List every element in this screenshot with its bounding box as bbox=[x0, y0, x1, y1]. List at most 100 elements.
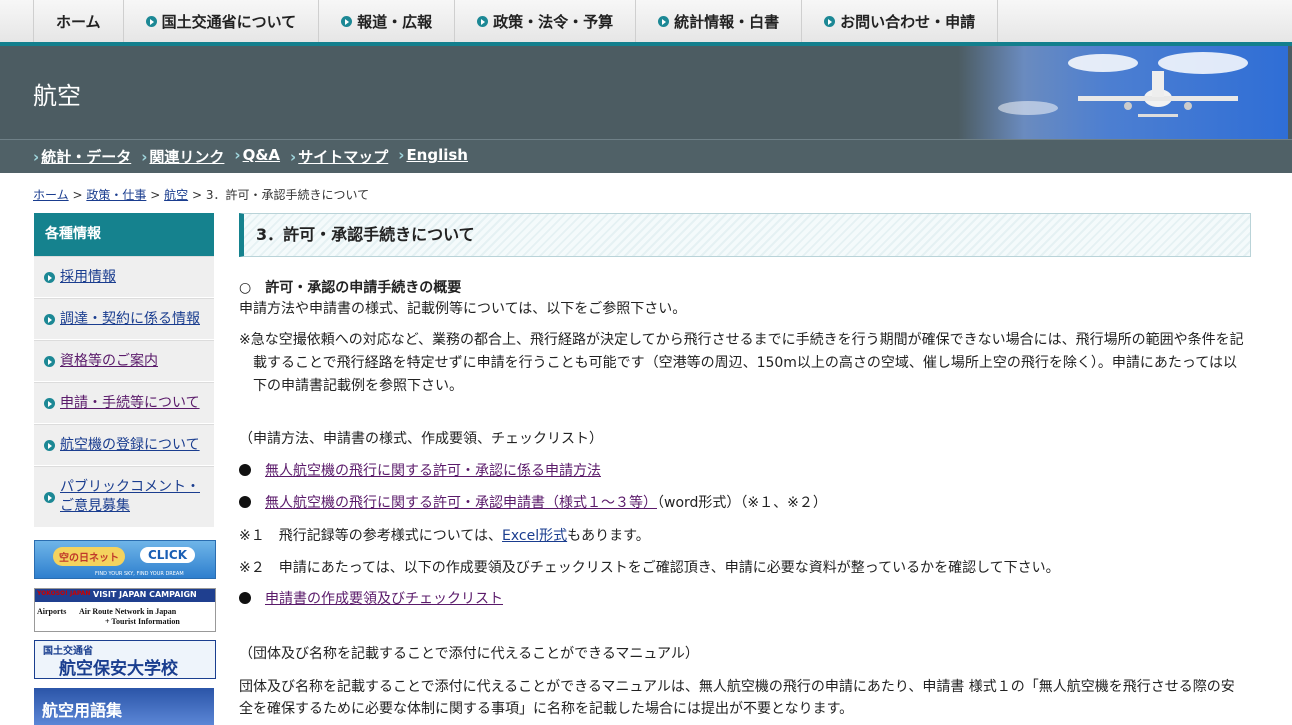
bullet-dot-icon bbox=[239, 592, 251, 604]
arrow-bullet-icon bbox=[824, 15, 836, 27]
section-title: 航空 bbox=[33, 82, 81, 110]
arrow-bullet-icon bbox=[341, 15, 353, 27]
overview-title: ○ 許可・承認の申請手続きの概要 bbox=[239, 280, 462, 296]
airplane-icon bbox=[1078, 71, 1238, 117]
sidebar-item-applications[interactable]: 申請・手続等について bbox=[34, 382, 214, 424]
sidebar-item-label[interactable]: 申請・手続等について bbox=[60, 394, 200, 413]
nav-contact[interactable]: お問い合わせ・申請 bbox=[802, 0, 999, 42]
sidebar-item-label[interactable]: 航空機の登録について bbox=[60, 436, 200, 455]
sidebar-item-label[interactable]: 資格等のご案内 bbox=[60, 352, 158, 371]
chevron-right-icon: › bbox=[398, 146, 405, 164]
chevron-right-icon: › bbox=[33, 148, 40, 166]
breadcrumb-home[interactable]: ホーム bbox=[33, 188, 69, 202]
link-excel-format[interactable]: Excel形式 bbox=[502, 528, 567, 544]
header-sky-image bbox=[958, 46, 1288, 139]
main-content: 3．許可・承認手続きについて ○ 許可・承認の申請手続きの概要 申請方法や申請書… bbox=[239, 213, 1251, 717]
manual-text-line-1: 団体及び名称を記載することで添付に代えることができるマニュアルは、無人航空機の飛… bbox=[239, 679, 1235, 695]
cloud-shape bbox=[998, 101, 1058, 115]
arrow-bullet-icon bbox=[44, 491, 55, 503]
overview-text: 申請方法や申請書の様式、記載例等については、以下をご参照下さい。 bbox=[239, 301, 687, 317]
link-application-form[interactable]: 無人航空機の飛行に関する許可・承認申請書（様式１～３等） bbox=[265, 495, 657, 511]
arrow-bullet-icon bbox=[658, 15, 670, 27]
arrow-bullet-icon bbox=[145, 15, 157, 27]
subnav-link-stats[interactable]: › 統計・データ bbox=[33, 146, 131, 167]
subnav-link-sitemap[interactable]: › サイトマップ bbox=[290, 146, 388, 167]
footnote-2: ※２ 申請にあたっては、以下の作成要領及びチェックリストをご確認頂き、申請に必要… bbox=[239, 560, 1060, 576]
arrow-bullet-icon bbox=[44, 355, 55, 367]
chevron-right-icon: › bbox=[141, 148, 148, 166]
subnav-link-english[interactable]: › English bbox=[398, 146, 468, 167]
link-checklist[interactable]: 申請書の作成要領及びチェックリスト bbox=[265, 591, 503, 607]
list-item: 無人航空機の飛行に関する許可・承認申請書（様式１～３等）（word形式）（※１、… bbox=[239, 492, 1251, 515]
sidebar-item-recruit[interactable]: 採用情報 bbox=[34, 256, 214, 298]
banner-text: 航空保安大学校 bbox=[59, 659, 178, 679]
breadcrumb-separator: > bbox=[72, 188, 83, 202]
page-heading: 3．許可・承認手続きについて bbox=[239, 213, 1251, 257]
visit-japan-banner[interactable]: YOKOSO! JAPAN VISIT JAPAN CAMPAIGN Airpo… bbox=[34, 588, 216, 632]
arrow-bullet-icon bbox=[44, 439, 55, 451]
breadcrumb-policy[interactable]: 政策・仕事 bbox=[86, 188, 146, 202]
global-nav-items: ホーム 国土交通省について 報道・広報 政策・法令・予算 統計情報・白書 お問い… bbox=[33, 0, 999, 42]
breadcrumb-aviation[interactable]: 航空 bbox=[164, 188, 188, 202]
nav-policy[interactable]: 政策・法令・予算 bbox=[455, 0, 637, 42]
nav-home[interactable]: ホーム bbox=[34, 0, 124, 42]
link-application-method[interactable]: 無人航空機の飛行に関する許可・承認に係る申請方法 bbox=[265, 463, 601, 479]
banner-text: 航空用語集 bbox=[42, 701, 123, 720]
banner-text: Airports bbox=[37, 607, 67, 616]
breadcrumb-separator: > bbox=[150, 188, 161, 202]
section-header: 航空 bbox=[0, 46, 1292, 139]
sidebar-item-procurement[interactable]: 調達・契約に係る情報 bbox=[34, 298, 214, 340]
sidebar-item-label[interactable]: パブリックコメント・ご意見募集 bbox=[60, 478, 200, 516]
aviation-glossary-banner[interactable]: 航空用語集 bbox=[34, 688, 214, 725]
footnote-1: ※１ 飛行記録等の参考様式については、Excel形式もあります。 bbox=[239, 525, 1251, 548]
sidebar-item-registration[interactable]: 航空機の登録について bbox=[34, 424, 214, 466]
arrow-bullet-icon bbox=[44, 271, 55, 283]
sidebar-item-label[interactable]: 調達・契約に係る情報 bbox=[60, 310, 200, 329]
subnav-link-related[interactable]: › 関連リンク bbox=[141, 146, 224, 167]
list-item: 申請書の作成要領及びチェックリスト bbox=[239, 588, 1251, 611]
bullet-dot-icon bbox=[239, 464, 251, 476]
section-heading-manual: （団体及び名称を記載することで添付に代えることができるマニュアル） bbox=[239, 646, 699, 662]
aviation-safety-college-banner[interactable]: 国土交通省 航空保安大学校 bbox=[34, 640, 216, 679]
banner-text: + Tourist Information bbox=[105, 617, 180, 626]
subnav-link-qa[interactable]: › Q&A bbox=[234, 146, 280, 167]
note-line-3: 下の申請書記載例を参照下さい。 bbox=[253, 378, 463, 394]
arrow-bullet-icon bbox=[477, 15, 489, 27]
nav-about[interactable]: 国土交通省について bbox=[124, 0, 320, 42]
nav-press[interactable]: 報道・広報 bbox=[319, 0, 456, 42]
nav-statistics[interactable]: 統計情報・白書 bbox=[636, 0, 803, 42]
nav-label: 政策・法令・予算 bbox=[493, 12, 614, 31]
list-item: 無人航空機の飛行に関する許可・承認に係る申請方法 bbox=[239, 460, 1251, 483]
subnav-label: 関連リンク bbox=[149, 148, 225, 166]
banner-text: Air Route Network in Japan bbox=[79, 607, 177, 616]
section-heading-application: （申請方法、申請書の様式、作成要領、チェックリスト） bbox=[239, 431, 603, 447]
sidebar-item-public-comment[interactable]: パブリックコメント・ご意見募集 bbox=[34, 466, 214, 528]
breadcrumb-current: 3．許可・承認手続きについて bbox=[205, 188, 370, 202]
subnav-label: English bbox=[406, 146, 468, 164]
arrow-bullet-icon bbox=[44, 313, 55, 325]
sidebar-item-label[interactable]: 採用情報 bbox=[60, 268, 116, 287]
subnav-label: サイトマップ bbox=[298, 148, 389, 166]
footnote-text: ※１ 飛行記録等の参考様式については、 bbox=[239, 528, 503, 544]
bullet-dot-icon bbox=[239, 496, 251, 508]
sub-nav-links: › 統計・データ › 関連リンク › Q&A › サイトマップ › English bbox=[33, 146, 468, 167]
breadcrumb: ホーム > 政策・仕事 > 航空 > 3．許可・承認手続きについて bbox=[33, 186, 369, 203]
arrow-bullet-icon bbox=[44, 397, 55, 409]
sidebar-item-qualifications[interactable]: 資格等のご案内 bbox=[34, 340, 214, 382]
sub-nav: › 統計・データ › 関連リンク › Q&A › サイトマップ › English bbox=[0, 139, 1292, 173]
link-suffix: （word形式）（※１、※２） bbox=[657, 495, 827, 511]
banner-click-label: CLICK bbox=[139, 547, 195, 563]
global-nav: ホーム 国土交通省について 報道・広報 政策・法令・予算 統計情報・白書 お問い… bbox=[0, 0, 1292, 46]
nav-label: 国土交通省について bbox=[161, 12, 297, 31]
subnav-label: Q&A bbox=[242, 146, 281, 164]
sidebar-heading: 各種情報 bbox=[34, 213, 214, 256]
nav-label: 報道・広報 bbox=[357, 12, 433, 31]
note-line-2: 載することで飛行経路を特定せずに申請を行うことも可能です（空港等の周辺、150m… bbox=[253, 355, 1237, 371]
sora-no-hi-banner[interactable]: 空の日ネット CLICK FIND YOUR SKY, FIND YOUR DR… bbox=[34, 540, 216, 579]
sidebar: 各種情報 採用情報 調達・契約に係る情報 資格等のご案内 申請・手続等について … bbox=[34, 213, 214, 528]
banner-text: FIND YOUR SKY, FIND YOUR DREAM bbox=[95, 571, 184, 577]
chevron-right-icon: › bbox=[234, 146, 241, 164]
banner-text: VISIT JAPAN CAMPAIGN bbox=[93, 590, 197, 599]
note-line-1: ※急な空撮依頼への対応など、業務の都合上、飛行経路が決定してから飛行させるまでに… bbox=[239, 332, 1244, 348]
chevron-right-icon: › bbox=[290, 148, 297, 166]
